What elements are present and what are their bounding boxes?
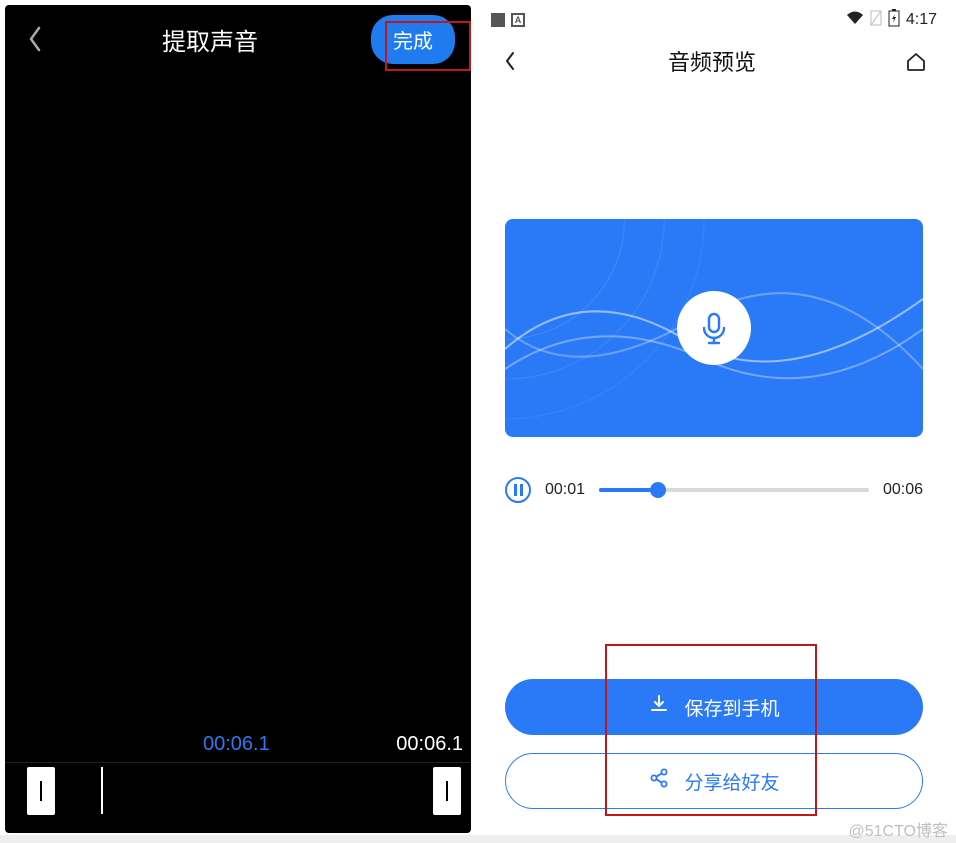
- home-icon[interactable]: [903, 48, 929, 74]
- notification-indicator-icon: [491, 13, 505, 27]
- video-preview-area: [5, 73, 471, 733]
- left-header: 提取声音 完成: [5, 5, 471, 73]
- done-button[interactable]: 完成: [371, 15, 455, 64]
- trim-handle-left[interactable]: [27, 767, 55, 815]
- back-icon[interactable]: [21, 25, 49, 53]
- player-total-time: 00:06: [883, 481, 923, 499]
- wifi-icon: [846, 11, 864, 30]
- status-right: 4:17: [846, 9, 937, 32]
- status-left: A: [491, 13, 525, 27]
- back-icon[interactable]: [499, 50, 521, 72]
- audio-waveform-card: [505, 219, 923, 437]
- share-icon: [648, 767, 670, 795]
- progress-slider[interactable]: [599, 488, 869, 492]
- clock: 4:17: [906, 11, 937, 29]
- notification-badge-icon: A: [511, 13, 525, 27]
- player-current-time: 00:01: [545, 481, 585, 499]
- total-time: 00:06.1: [396, 733, 463, 756]
- trim-track[interactable]: [5, 762, 471, 818]
- audio-player: 00:01 00:06: [505, 477, 923, 503]
- action-buttons: 保存到手机 分享给好友: [505, 679, 923, 809]
- progress-thumb[interactable]: [650, 482, 666, 498]
- microphone-icon: [677, 291, 751, 365]
- share-label: 分享给好友: [684, 768, 779, 795]
- page-title-left: 提取声音: [162, 22, 258, 57]
- audio-preview-screen: A 4:17 音频预览: [481, 5, 947, 833]
- right-header: 音频预览: [481, 33, 947, 89]
- extract-audio-screen: 提取声音 完成 00:06.1 00:06.1: [5, 5, 471, 833]
- save-to-phone-button[interactable]: 保存到手机: [505, 679, 923, 735]
- page-title-right: 音频预览: [668, 45, 756, 77]
- track-divider: [101, 767, 103, 814]
- watermark: @51CTO博客: [848, 817, 948, 841]
- timeline-area: 00:06.1 00:06.1: [5, 733, 471, 833]
- battery-charging-icon: [888, 9, 900, 32]
- save-label: 保存到手机: [684, 694, 779, 721]
- trim-handle-right[interactable]: [433, 767, 461, 815]
- pause-button[interactable]: [505, 477, 531, 503]
- share-to-friends-button[interactable]: 分享给好友: [505, 753, 923, 809]
- current-time: 00:06.1: [203, 733, 270, 756]
- no-sim-icon: [870, 10, 882, 31]
- time-row: 00:06.1 00:06.1: [5, 733, 471, 762]
- download-icon: [648, 693, 670, 721]
- status-bar: A 4:17: [481, 5, 947, 33]
